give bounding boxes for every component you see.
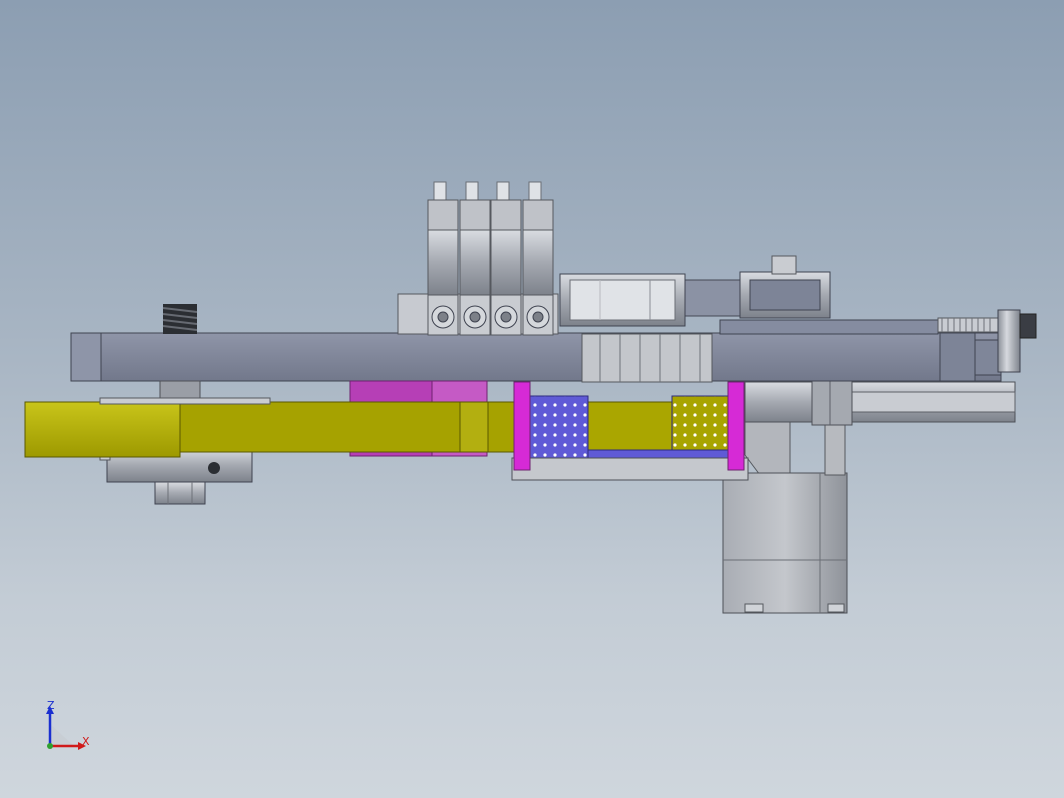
idler-pulley[interactable] (739, 255, 831, 319)
blue-vacuum-pad-left (529, 395, 589, 459)
lower-base-plate (511, 457, 749, 481)
compression-spring (162, 304, 198, 334)
x-axis-label: X (82, 735, 90, 748)
valve-4[interactable] (522, 181, 554, 336)
z-axis-label: Z (47, 699, 55, 712)
valve-3[interactable] (490, 181, 522, 336)
valve-2[interactable] (459, 181, 491, 336)
linear-guide-rail (744, 379, 1016, 426)
hex-nut (154, 481, 206, 505)
valve-1[interactable] (427, 181, 459, 336)
valve-manifold[interactable] (397, 181, 559, 336)
graphics-viewport[interactable]: Z X (0, 0, 1064, 798)
cad-model[interactable] (0, 0, 1064, 798)
